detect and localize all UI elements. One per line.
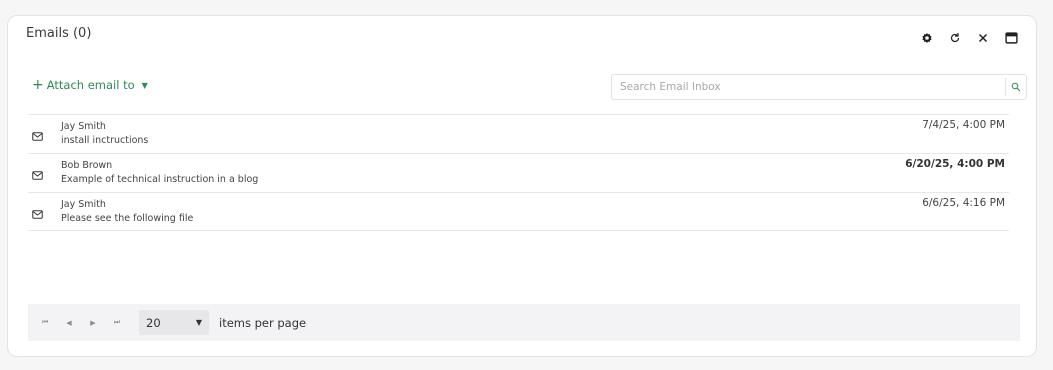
prev-page-icon[interactable]: ◀: [57, 319, 81, 327]
email-date: 7/4/25, 4:00 PM: [922, 119, 1005, 131]
page-size-value: 20: [146, 315, 161, 330]
email-subject: Example of technical instruction in a bl…: [61, 174, 259, 185]
search-icon[interactable]: [1005, 78, 1026, 96]
pagination-bar: ⏮ ◀ ▶ ⏭ 20 ▼ items per page: [28, 304, 1020, 341]
page-size-select[interactable]: 20 ▼: [139, 310, 209, 335]
first-page-icon[interactable]: ⏮: [33, 318, 57, 327]
panel-title: Emails (0): [26, 26, 92, 41]
close-icon[interactable]: [976, 31, 990, 45]
email-subject: Please see the following file: [61, 213, 194, 224]
search-box: [611, 74, 1027, 100]
email-row[interactable]: Bob Brown Example of technical instructi…: [28, 153, 1009, 192]
email-list: Jay Smith install inctructions 7/4/25, 4…: [28, 114, 1009, 231]
envelope-icon: [32, 204, 43, 223]
email-sender: Bob Brown: [61, 160, 113, 171]
email-row[interactable]: Jay Smith Please see the following file …: [28, 192, 1009, 231]
email-sender: Jay Smith: [61, 121, 106, 132]
email-date: 6/20/25, 4:00 PM: [905, 158, 1005, 170]
items-per-page-label: items per page: [219, 315, 307, 330]
next-page-icon[interactable]: ▶: [81, 319, 105, 327]
envelope-icon: [32, 126, 43, 145]
email-row[interactable]: Jay Smith install inctructions 7/4/25, 4…: [28, 114, 1009, 153]
last-page-icon[interactable]: ⏭: [105, 318, 129, 327]
attach-email-label: Attach email to: [46, 78, 135, 92]
settings-icon[interactable]: [920, 31, 934, 45]
attach-email-button[interactable]: + Attach email to ▼: [32, 76, 148, 93]
search-input[interactable]: [612, 75, 1000, 99]
panel-tools: [920, 31, 1018, 45]
email-sender: Jay Smith: [61, 199, 106, 210]
emails-panel: Emails (0) + Attach email to ▼ Jay Smit: [7, 15, 1037, 357]
maximize-icon[interactable]: [1004, 31, 1018, 45]
email-subject: install inctructions: [61, 135, 149, 146]
envelope-icon: [32, 165, 43, 184]
caret-down-icon: ▼: [141, 80, 148, 90]
caret-down-icon: ▼: [195, 318, 202, 327]
refresh-icon[interactable]: [948, 31, 962, 45]
email-date: 6/6/25, 4:16 PM: [922, 197, 1005, 209]
plus-icon: +: [32, 76, 44, 93]
